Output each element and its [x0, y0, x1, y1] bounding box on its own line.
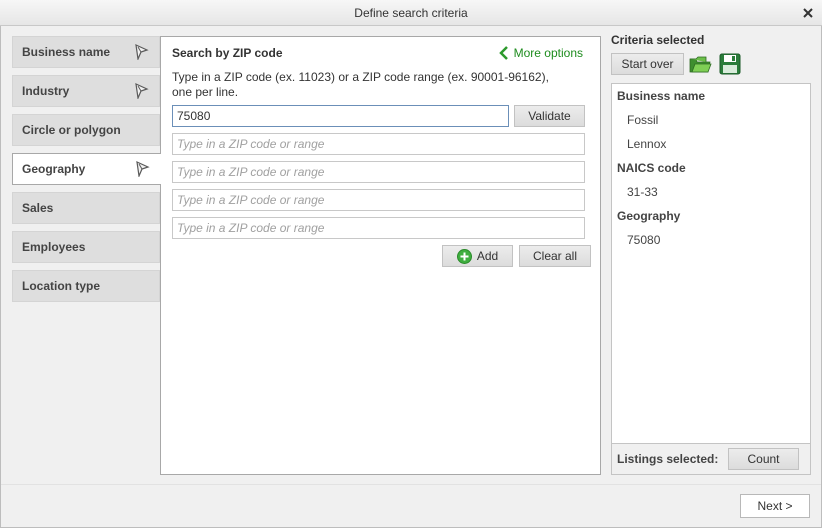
instructions-text: Type in a ZIP code (ex. 11023) or a ZIP … [172, 70, 549, 99]
pin-flag-icon [136, 161, 150, 177]
add-button[interactable]: Add [442, 245, 513, 267]
criteria-list: Business name Fossil Lennox NAICS code 3… [611, 83, 811, 444]
nav-item-location-type[interactable]: Location type [12, 270, 160, 302]
zip-input-2[interactable] [172, 133, 585, 155]
criteria-heading-business-name: Business name [617, 89, 706, 103]
footer-divider [1, 484, 821, 485]
more-options-label: More options [513, 46, 583, 60]
pin-flag-icon [135, 44, 149, 60]
nav-item-label: Business name [22, 45, 111, 59]
nav-item-sales[interactable]: Sales [12, 192, 160, 224]
start-over-button[interactable]: Start over [611, 53, 684, 75]
next-button[interactable]: Next > [740, 494, 810, 518]
zip-input-3[interactable] [172, 161, 585, 183]
nav-item-label: Employees [22, 240, 86, 254]
zip-search-panel: Search by ZIP code More options Type in … [160, 36, 601, 475]
window-title: Define search criteria [354, 6, 468, 20]
criteria-title: Criteria selected [611, 33, 705, 47]
nav-item-label: Circle or polygon [22, 123, 121, 137]
criteria-heading-naics-code: NAICS code [617, 161, 686, 175]
plus-circle-icon [456, 248, 472, 264]
criteria-value: Lennox [627, 137, 667, 151]
zip-input-5[interactable] [172, 217, 585, 239]
pin-flag-icon [135, 83, 149, 99]
criteria-value: Fossil [627, 113, 659, 127]
nav-item-industry[interactable]: Industry [12, 75, 160, 107]
clear-all-button[interactable]: Clear all [519, 245, 591, 267]
criteria-value: 31-33 [627, 185, 658, 199]
criteria-nav: Business name Industry Circle or polygon… [12, 36, 161, 309]
listings-selected-label: Listings selected: [617, 452, 719, 466]
zip-input-1[interactable] [172, 105, 509, 127]
nav-item-business-name[interactable]: Business name [12, 36, 160, 68]
nav-item-geography[interactable]: Geography [12, 153, 161, 185]
zip-input-4[interactable] [172, 189, 585, 211]
chevron-left-icon [498, 46, 508, 60]
validate-button[interactable]: Validate [514, 105, 585, 127]
nav-item-label: Industry [22, 84, 70, 98]
nav-item-label: Sales [22, 201, 54, 215]
add-button-label: Add [476, 249, 499, 263]
close-icon[interactable] [800, 0, 816, 26]
nav-item-label: Location type [22, 279, 101, 293]
criteria-value: 75080 [627, 233, 661, 247]
more-options-link[interactable]: More options [498, 46, 583, 60]
save-disk-icon[interactable] [718, 52, 742, 76]
nav-item-circle-or-polygon[interactable]: Circle or polygon [12, 114, 160, 146]
nav-item-employees[interactable]: Employees [12, 231, 160, 263]
title-bar: Define search criteria [0, 0, 822, 26]
criteria-heading-geography: Geography [617, 209, 681, 223]
open-folder-icon[interactable] [688, 52, 712, 76]
count-button[interactable]: Count [728, 448, 799, 470]
listings-row: Listings selected: Count [611, 444, 811, 475]
nav-item-label: Geography [22, 162, 86, 176]
panel-title: Search by ZIP code [172, 46, 283, 60]
